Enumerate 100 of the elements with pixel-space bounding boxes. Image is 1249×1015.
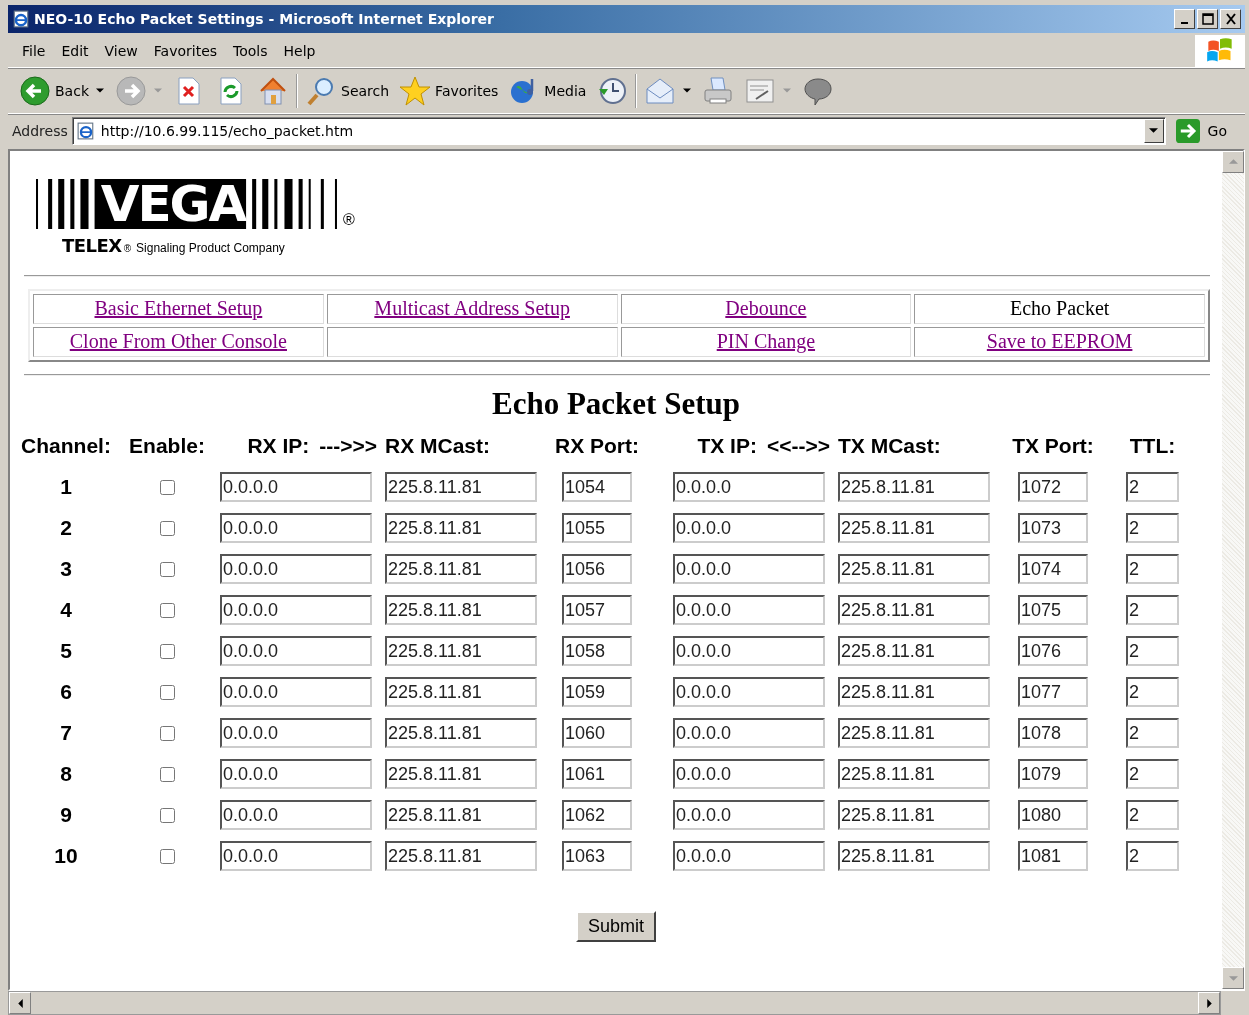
enable-checkbox[interactable]	[159, 848, 175, 864]
rx-ip-field[interactable]: 0.0.0.0	[220, 636, 372, 667]
tx-ip-field[interactable]: 0.0.0.0	[673, 595, 825, 626]
tx-ip-field[interactable]: 0.0.0.0	[673, 841, 825, 872]
tx-port-field[interactable]: 1076	[1018, 636, 1088, 667]
rx-ip-field[interactable]: 0.0.0.0	[220, 554, 372, 585]
rx-ip-field[interactable]: 0.0.0.0	[220, 800, 372, 831]
rx-ip-field[interactable]: 0.0.0.0	[220, 841, 372, 872]
favorites-button[interactable]: Favorites	[394, 70, 504, 111]
tx-multicast-field[interactable]: 225.8.11.81	[838, 841, 990, 872]
scroll-down-button[interactable]	[1222, 967, 1244, 989]
enable-checkbox[interactable]	[159, 561, 175, 577]
rx-multicast-field[interactable]: 225.8.11.81	[385, 677, 537, 708]
rx-multicast-field[interactable]: 225.8.11.81	[385, 513, 537, 544]
rx-multicast-field[interactable]: 225.8.11.81	[385, 472, 537, 503]
ttl-field[interactable]: 2	[1126, 759, 1179, 790]
enable-checkbox[interactable]	[159, 479, 175, 495]
ttl-field[interactable]: 2	[1126, 841, 1179, 872]
go-button[interactable]: Go	[1169, 118, 1241, 143]
rx-multicast-field[interactable]: 225.8.11.81	[385, 554, 537, 585]
tx-port-field[interactable]: 1081	[1018, 841, 1088, 872]
ttl-field[interactable]: 2	[1126, 718, 1179, 749]
search-button[interactable]: Search	[300, 70, 395, 111]
ttl-field[interactable]: 2	[1126, 636, 1179, 667]
horizontal-scrollbar[interactable]	[8, 991, 1221, 1015]
ttl-field[interactable]: 2	[1126, 513, 1179, 544]
rx-port-field[interactable]: 1062	[562, 800, 632, 831]
rx-multicast-field[interactable]: 225.8.11.81	[385, 636, 537, 667]
tx-port-field[interactable]: 1072	[1018, 472, 1088, 503]
tx-ip-field[interactable]: 0.0.0.0	[673, 718, 825, 749]
menu-item[interactable]: Edit	[53, 40, 97, 61]
tx-ip-field[interactable]: 0.0.0.0	[673, 554, 825, 585]
tx-port-field[interactable]: 1074	[1018, 554, 1088, 585]
ttl-field[interactable]: 2	[1126, 595, 1179, 626]
enable-checkbox[interactable]	[159, 766, 175, 782]
ttl-field[interactable]: 2	[1126, 677, 1179, 708]
tx-ip-field[interactable]: 0.0.0.0	[673, 636, 825, 667]
menu-item[interactable]: Favorites	[145, 40, 226, 61]
enable-checkbox[interactable]	[159, 725, 175, 741]
address-field[interactable]: http://10.6.99.115/echo_packet.htm	[71, 116, 1166, 145]
tx-port-field[interactable]: 1077	[1018, 677, 1088, 708]
rx-port-field[interactable]: 1056	[562, 554, 632, 585]
menu-item[interactable]: View	[96, 40, 146, 61]
rx-multicast-field[interactable]: 225.8.11.81	[385, 759, 537, 790]
rx-port-field[interactable]: 1059	[562, 677, 632, 708]
close-button[interactable]	[1220, 8, 1241, 29]
rx-multicast-field[interactable]: 225.8.11.81	[385, 841, 537, 872]
enable-checkbox[interactable]	[159, 602, 175, 618]
vertical-scrollbar[interactable]	[1222, 150, 1244, 989]
tx-multicast-field[interactable]: 225.8.11.81	[838, 636, 990, 667]
dropdown-arrow-icon[interactable]	[683, 88, 692, 94]
tx-multicast-field[interactable]: 225.8.11.81	[838, 513, 990, 544]
tx-multicast-field[interactable]: 225.8.11.81	[838, 677, 990, 708]
tx-multicast-field[interactable]: 225.8.11.81	[838, 800, 990, 831]
scroll-right-button[interactable]	[1198, 992, 1220, 1014]
menu-item[interactable]: File	[14, 40, 54, 61]
ttl-field[interactable]: 2	[1126, 554, 1179, 585]
tx-ip-field[interactable]: 0.0.0.0	[673, 759, 825, 790]
tx-multicast-field[interactable]: 225.8.11.81	[838, 759, 990, 790]
rx-multicast-field[interactable]: 225.8.11.81	[385, 800, 537, 831]
rx-ip-field[interactable]: 0.0.0.0	[220, 595, 372, 626]
rx-port-field[interactable]: 1057	[562, 595, 632, 626]
rx-ip-field[interactable]: 0.0.0.0	[220, 718, 372, 749]
tx-ip-field[interactable]: 0.0.0.0	[673, 800, 825, 831]
rx-multicast-field[interactable]: 225.8.11.81	[385, 718, 537, 749]
scroll-left-button[interactable]	[9, 992, 31, 1014]
enable-checkbox[interactable]	[159, 684, 175, 700]
dropdown-arrow-icon[interactable]	[96, 88, 104, 94]
rx-ip-field[interactable]: 0.0.0.0	[220, 759, 372, 790]
tx-port-field[interactable]: 1078	[1018, 718, 1088, 749]
menu-item[interactable]: Help	[275, 40, 324, 61]
tx-port-field[interactable]: 1073	[1018, 513, 1088, 544]
enable-checkbox[interactable]	[159, 520, 175, 536]
enable-checkbox[interactable]	[159, 807, 175, 823]
tx-multicast-field[interactable]: 225.8.11.81	[838, 472, 990, 503]
tx-multicast-field[interactable]: 225.8.11.81	[838, 595, 990, 626]
tx-ip-field[interactable]: 0.0.0.0	[673, 472, 825, 503]
minimize-button[interactable]	[1174, 8, 1195, 29]
dropdown-button[interactable]	[1143, 118, 1164, 143]
scroll-up-button[interactable]	[1222, 150, 1244, 173]
maximize-button[interactable]	[1197, 8, 1218, 29]
rx-port-field[interactable]: 1054	[562, 472, 632, 503]
rx-multicast-field[interactable]: 225.8.11.81	[385, 595, 537, 626]
rx-ip-field[interactable]: 0.0.0.0	[220, 513, 372, 544]
rx-port-field[interactable]: 1058	[562, 636, 632, 667]
ttl-field[interactable]: 2	[1126, 472, 1179, 503]
tx-ip-field[interactable]: 0.0.0.0	[673, 513, 825, 544]
rx-port-field[interactable]: 1055	[562, 513, 632, 544]
back-button[interactable]: Back	[14, 70, 94, 111]
rx-ip-field[interactable]: 0.0.0.0	[220, 677, 372, 708]
rx-port-field[interactable]: 1061	[562, 759, 632, 790]
menu-item[interactable]: Tools	[225, 40, 276, 61]
tx-port-field[interactable]: 1080	[1018, 800, 1088, 831]
rx-ip-field[interactable]: 0.0.0.0	[220, 472, 372, 503]
tx-port-field[interactable]: 1079	[1018, 759, 1088, 790]
tx-multicast-field[interactable]: 225.8.11.81	[838, 718, 990, 749]
tx-port-field[interactable]: 1075	[1018, 595, 1088, 626]
rx-port-field[interactable]: 1060	[562, 718, 632, 749]
ttl-field[interactable]: 2	[1126, 800, 1179, 831]
tx-ip-field[interactable]: 0.0.0.0	[673, 677, 825, 708]
